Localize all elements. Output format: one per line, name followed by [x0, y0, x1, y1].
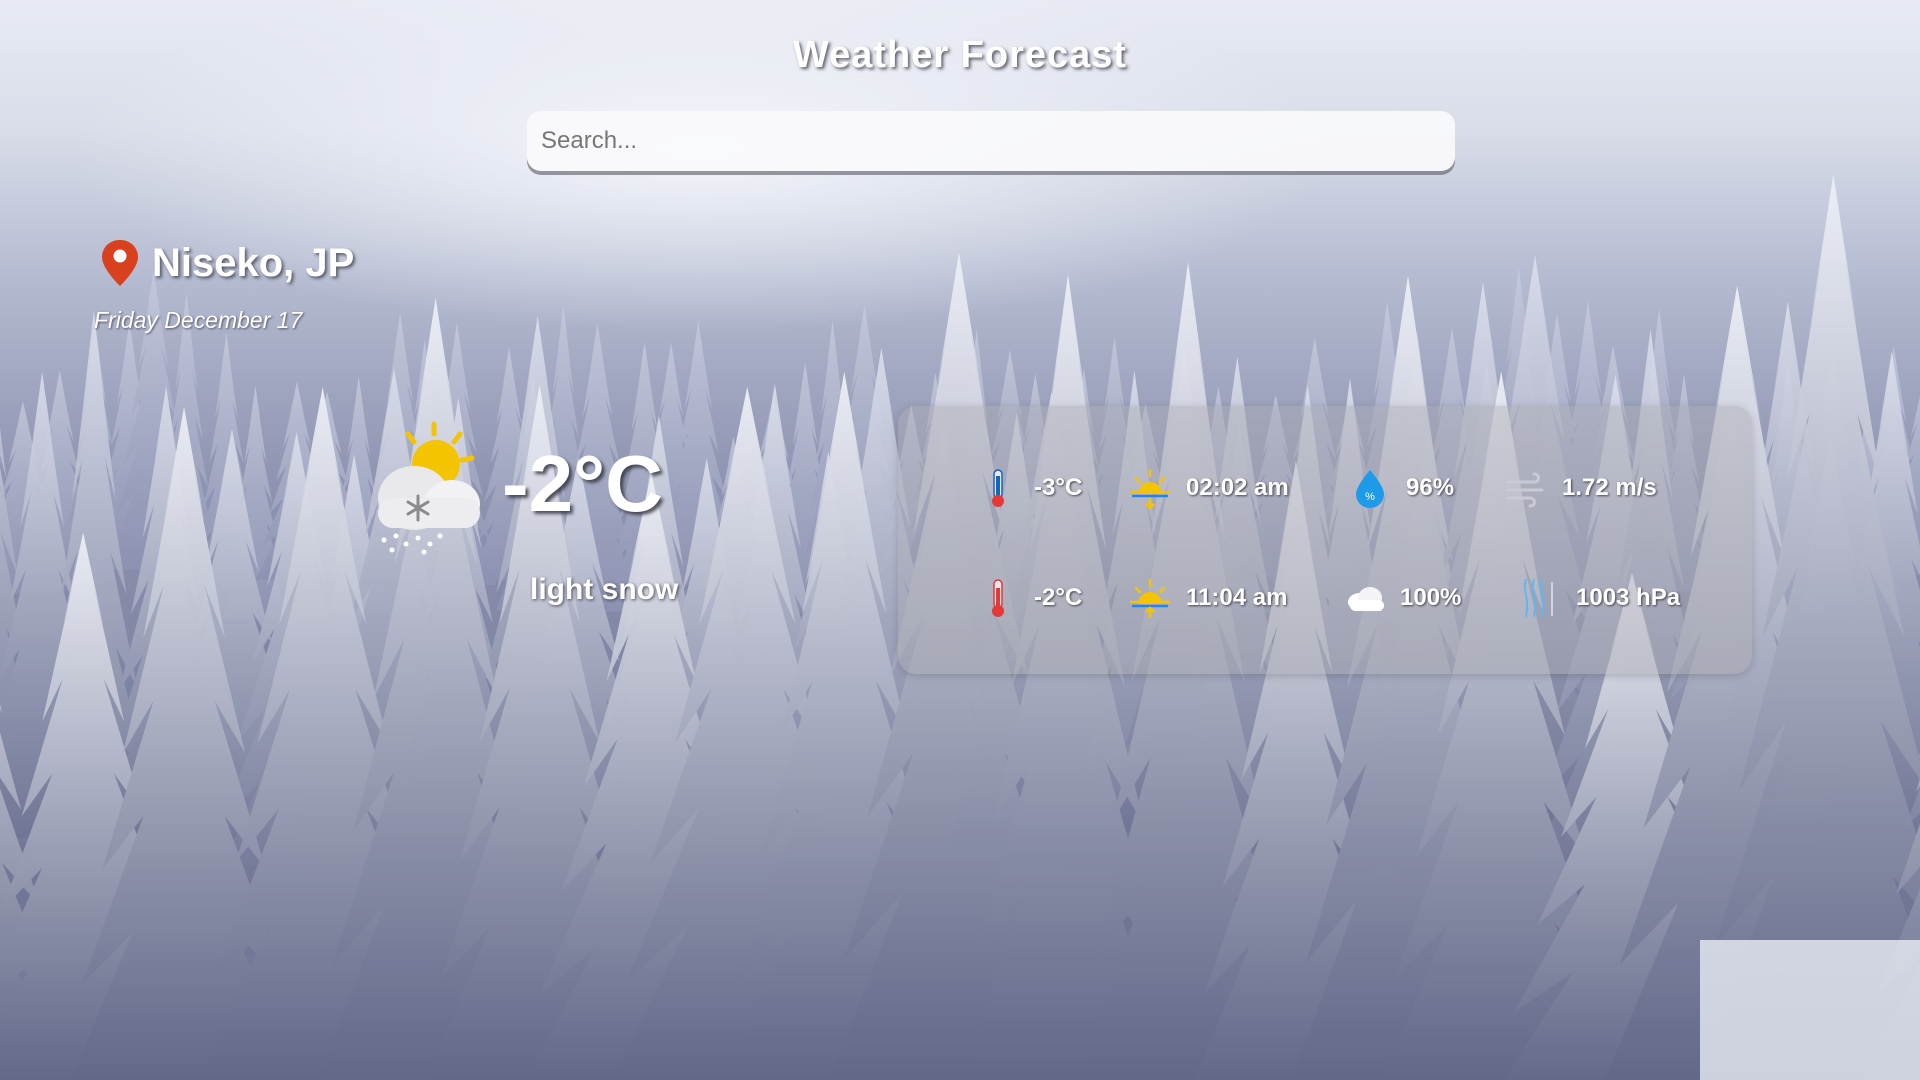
current-date: Friday December 17 — [94, 307, 303, 333]
pressure-item: 1003 hPa — [1518, 576, 1680, 620]
temp-max-item: -2°C — [976, 576, 1082, 620]
search-input[interactable] — [527, 111, 1455, 171]
sunrise-item: 02:02 am — [1128, 466, 1289, 510]
cloud-icon — [1348, 587, 1384, 611]
wind-value: 1.72 m/s — [1562, 474, 1657, 501]
humidity-value: 96% — [1406, 474, 1455, 501]
temp-min-item: -3°C — [976, 466, 1082, 510]
location-pin-icon — [102, 240, 138, 286]
temp-min-value: -3°C — [1034, 474, 1083, 501]
humidity-item: % 96% — [1348, 466, 1454, 510]
clouds-value: 100% — [1400, 584, 1462, 611]
current-temperature: -2°C — [502, 439, 663, 528]
sunrise-icon — [1129, 468, 1171, 510]
snow-sun-cloud-icon — [378, 421, 480, 555]
clouds-item: 100% — [1342, 576, 1461, 620]
temp-max-value: -2°C — [1034, 584, 1083, 611]
sunset-item: 11:04 am — [1128, 576, 1287, 620]
sunset-icon — [1129, 578, 1171, 618]
svg-text:%: % — [1365, 491, 1375, 503]
pressure-value: 1003 hPa — [1576, 584, 1681, 611]
pressure-icon — [1523, 579, 1553, 617]
sunrise-value: 02:02 am — [1186, 474, 1289, 501]
page-title: Weather Forecast — [792, 34, 1128, 76]
wind-item: 1.72 m/s — [1504, 466, 1657, 510]
weather-details-panel: -3°C 02:02 am % 96% 1.72 m/s -2°C 11:04 … — [898, 406, 1752, 674]
location-header: Niseko, JP — [98, 238, 354, 288]
weather-description: light snow — [530, 573, 679, 606]
wind-icon — [1506, 472, 1544, 508]
humidity-drop-icon: % — [1356, 470, 1384, 508]
thermometer-warm-icon — [992, 579, 1004, 617]
thermometer-cold-icon — [992, 469, 1004, 507]
city-name: Niseko, JP — [152, 240, 355, 285]
sunset-value: 11:04 am — [1186, 584, 1288, 611]
